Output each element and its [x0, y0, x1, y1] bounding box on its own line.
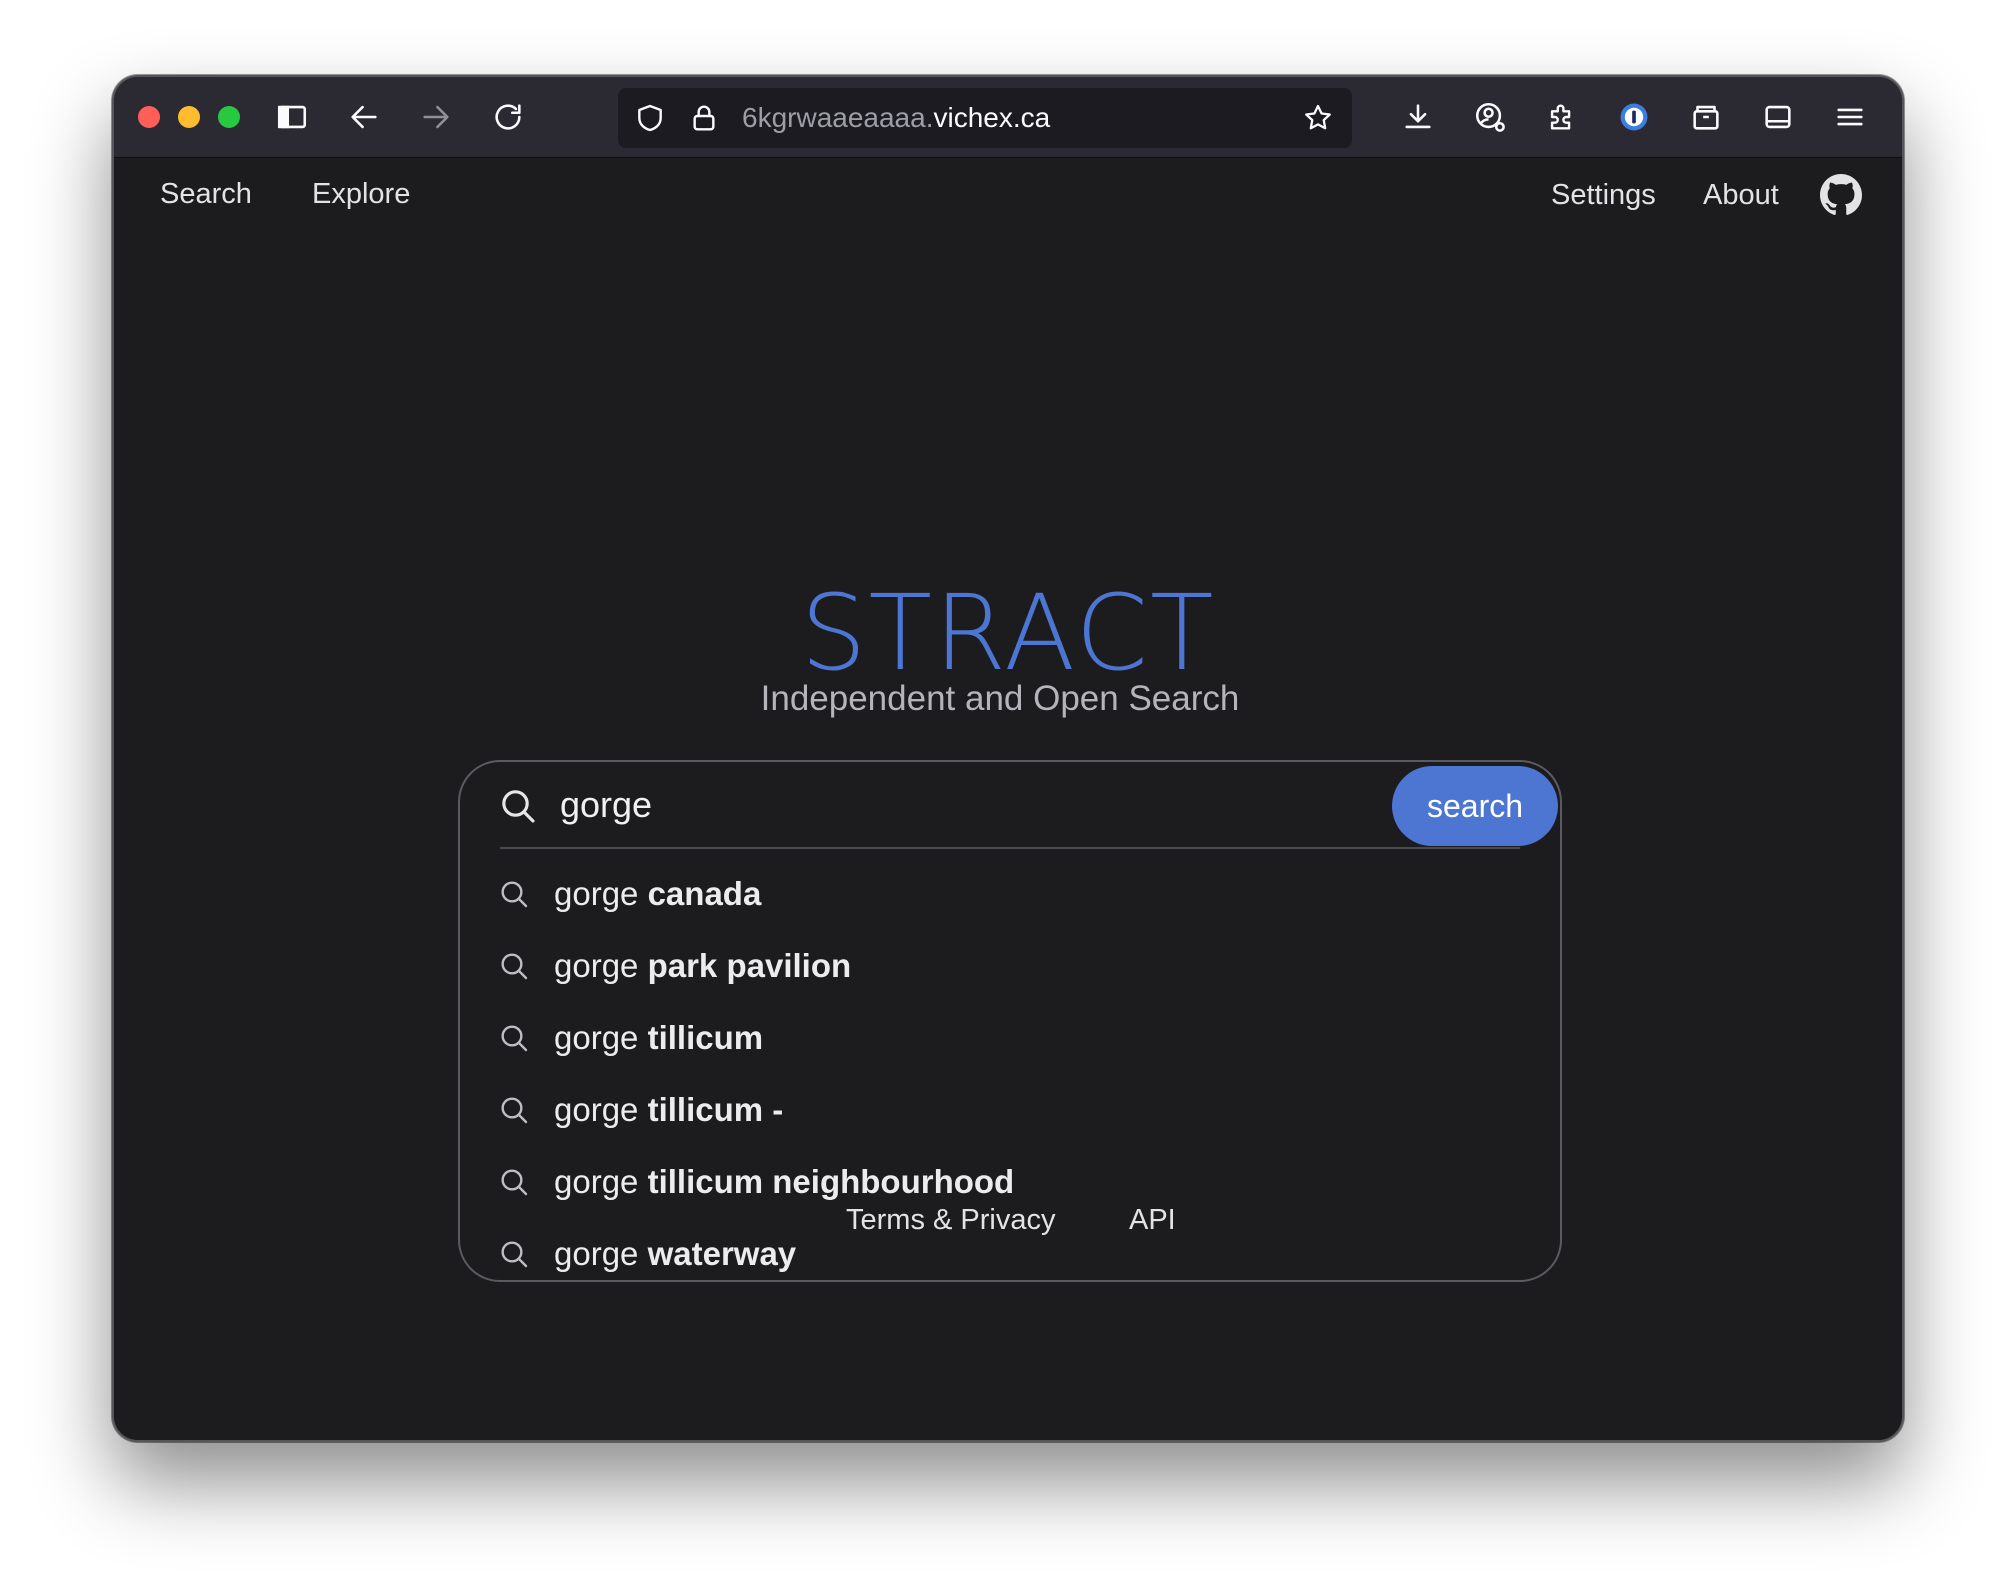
search-icon: [502, 790, 535, 823]
search-input[interactable]: [560, 780, 1380, 830]
url-text[interactable]: 6kgrwaaeaaaa.vichex.ca: [742, 102, 1050, 134]
forward-arrow-icon[interactable]: [416, 97, 456, 137]
account-icon[interactable]: [1470, 97, 1510, 137]
search-icon: [501, 881, 528, 908]
password-manager-icon[interactable]: [1614, 97, 1654, 137]
suggestion-text: gorge waterway: [554, 1234, 796, 1274]
url-bar[interactable]: 6kgrwaaeaaaa.vichex.ca: [618, 88, 1352, 148]
maximize-window-button[interactable]: [218, 106, 240, 128]
extensions-icon[interactable]: [1542, 97, 1582, 137]
footer-terms-link[interactable]: Terms & Privacy: [846, 1202, 1055, 1238]
search-icon: [501, 1241, 528, 1268]
reader-view-icon[interactable]: [1758, 97, 1798, 137]
browser-toolbar: 6kgrwaaeaaaa.vichex.ca: [114, 77, 1902, 158]
minimize-window-button[interactable]: [178, 106, 200, 128]
browser-window: 6kgrwaaeaaaa.vichex.ca Search Explore Se…: [112, 75, 1904, 1442]
suggestion-completion: tillicum neighbourhood: [638, 1163, 1015, 1200]
suggestion-prefix: gorge: [554, 875, 639, 912]
suggestion-completion: tillicum -: [638, 1091, 784, 1128]
nav-explore-link[interactable]: Explore: [312, 176, 410, 212]
lock-icon[interactable]: [684, 98, 724, 138]
suggestion-text: gorge park pavilion: [554, 946, 851, 986]
search-icon: [501, 1025, 528, 1052]
suggestion-item[interactable]: gorge tillicum: [496, 1002, 1536, 1074]
nav-about-link[interactable]: About: [1703, 177, 1779, 213]
tagline: Independent and Open Search: [760, 679, 1240, 718]
search-icon: [501, 1169, 528, 1196]
suggestion-text: gorge tillicum: [554, 1018, 763, 1058]
shield-icon[interactable]: [630, 98, 670, 138]
suggestion-completion: park pavilion: [638, 947, 852, 984]
suggestion-prefix: gorge: [554, 1091, 639, 1128]
close-window-button[interactable]: [138, 106, 160, 128]
search-button[interactable]: search: [1392, 766, 1558, 846]
nav-settings-link[interactable]: Settings: [1551, 177, 1656, 213]
suggestion-prefix: gorge: [554, 1235, 639, 1272]
reload-icon[interactable]: [488, 97, 528, 137]
suggestion-completion: canada: [638, 875, 762, 912]
download-icon[interactable]: [1398, 97, 1438, 137]
suggestion-text: gorge canada: [554, 874, 761, 914]
bookmark-star-icon[interactable]: [1298, 98, 1338, 138]
suggestion-item[interactable]: gorge canada: [496, 858, 1536, 930]
suggestion-item[interactable]: gorge park pavilion: [496, 930, 1536, 1002]
search-icon: [501, 953, 528, 980]
suggestion-prefix: gorge: [554, 1019, 639, 1056]
stract-logo: STRACT: [800, 572, 1216, 694]
suggestion-completion: tillicum: [638, 1019, 764, 1056]
suggestion-completion: waterway: [638, 1235, 797, 1272]
footer-api-link[interactable]: API: [1129, 1202, 1176, 1238]
search-icon: [501, 1097, 528, 1124]
suggestion-text: gorge tillicum neighbourhood: [554, 1162, 1014, 1202]
suggestion-prefix: gorge: [554, 1163, 639, 1200]
url-subdomain: 6kgrwaaeaaaa.: [742, 102, 934, 133]
sidebar-icon[interactable]: [272, 97, 312, 137]
suggestion-text: gorge tillicum -: [554, 1090, 783, 1130]
page-content: Search Explore Settings About STRACT Ind…: [114, 158, 1902, 1440]
tab-container-icon[interactable]: [1686, 97, 1726, 137]
suggestion-item[interactable]: gorge tillicum -: [496, 1074, 1536, 1146]
nav-search-link[interactable]: Search: [160, 176, 252, 212]
menu-icon[interactable]: [1830, 97, 1870, 137]
github-icon[interactable]: [1820, 174, 1862, 216]
suggestion-prefix: gorge: [554, 947, 639, 984]
back-arrow-icon[interactable]: [344, 97, 384, 137]
search-divider: [500, 847, 1520, 849]
url-domain: vichex.ca: [933, 102, 1051, 133]
